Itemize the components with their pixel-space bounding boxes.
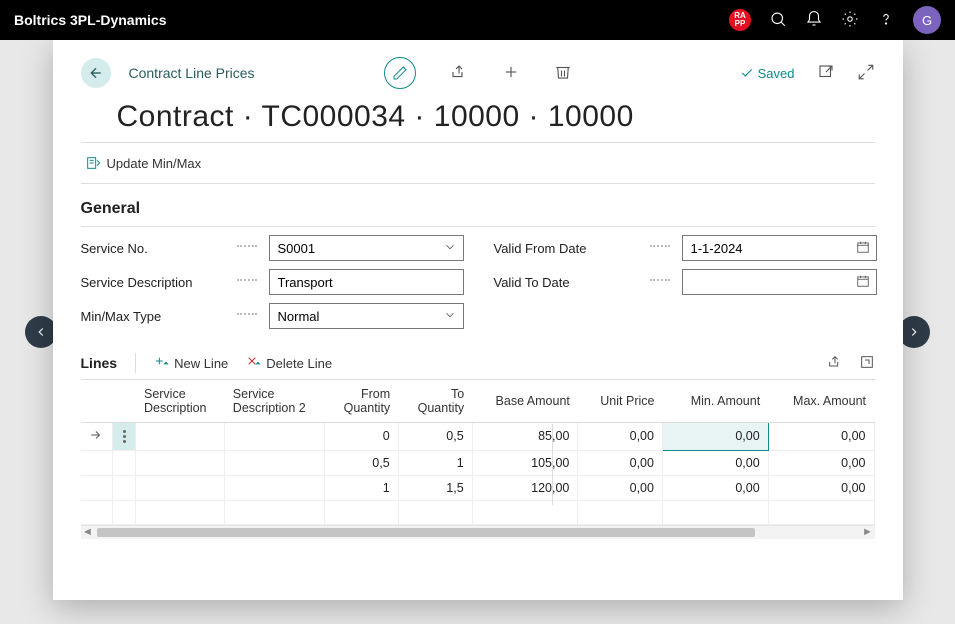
label-valid-to: Valid To Date: [494, 275, 644, 290]
top-icons: RA PP G: [729, 6, 941, 34]
avatar[interactable]: G: [913, 6, 941, 34]
chevron-down-icon[interactable]: [443, 308, 457, 325]
valid-from-input[interactable]: [682, 235, 877, 261]
popout-icon[interactable]: [817, 63, 835, 84]
rapp-badge[interactable]: RA PP: [729, 9, 751, 31]
new-line-button[interactable]: New Line: [154, 355, 228, 371]
service-no-select[interactable]: [269, 235, 464, 261]
plus-icon[interactable]: [502, 63, 520, 84]
help-icon[interactable]: [877, 10, 895, 31]
section-lines-title: Lines: [81, 355, 118, 371]
section-general-title: General: [81, 200, 875, 218]
detail-panel: Contract Line Prices Saved: [53, 40, 903, 600]
table-row[interactable]: 0 0,5 85,00 0,00 0,00 0,00: [81, 422, 875, 450]
service-desc-input[interactable]: [269, 269, 464, 295]
nav-next-button[interactable]: [898, 316, 930, 348]
trash-icon[interactable]: [554, 63, 572, 84]
col-service-desc2[interactable]: Service Description 2: [225, 380, 324, 422]
col-base-amount[interactable]: Base Amount: [472, 380, 578, 422]
delete-line-button[interactable]: Delete Line: [246, 355, 332, 371]
row-indicator[interactable]: [81, 422, 113, 450]
valid-to-input[interactable]: [682, 269, 877, 295]
row-menu-button[interactable]: [113, 475, 136, 500]
popout-grid-icon[interactable]: [859, 354, 875, 373]
scroll-thumb[interactable]: [97, 528, 755, 537]
share-grid-icon[interactable]: [827, 354, 843, 373]
calendar-icon[interactable]: [856, 240, 870, 257]
col-max-amount[interactable]: Max. Amount: [768, 380, 874, 422]
table-row[interactable]: [81, 500, 875, 524]
col-min-amount[interactable]: Min. Amount: [662, 380, 768, 422]
row-menu-button[interactable]: [113, 422, 136, 450]
update-minmax-button[interactable]: Update Min/Max: [81, 151, 875, 175]
gear-icon[interactable]: [841, 10, 859, 31]
app-top-bar: Boltrics 3PL-Dynamics RA PP G: [0, 0, 955, 40]
saved-indicator: Saved: [740, 66, 795, 81]
search-icon[interactable]: [769, 10, 787, 31]
scroll-right-icon[interactable]: ►: [861, 526, 875, 538]
label-minmax-type: Min/Max Type: [81, 309, 231, 324]
divider: [81, 226, 875, 227]
page-title: Contract · TC000034 · 10000 · 10000: [117, 100, 875, 134]
divider: [81, 183, 875, 184]
label-valid-from: Valid From Date: [494, 241, 644, 256]
breadcrumb[interactable]: Contract Line Prices: [129, 65, 255, 81]
edit-button[interactable]: [384, 57, 416, 89]
chevron-down-icon[interactable]: [443, 240, 457, 257]
col-to-qty[interactable]: To Quantity: [398, 380, 472, 422]
form-grid: Service No. Service Description Min/Max: [81, 235, 875, 329]
bell-icon[interactable]: [805, 10, 823, 31]
divider: [81, 142, 875, 143]
expand-icon[interactable]: [857, 63, 875, 84]
label-service-no: Service No.: [81, 241, 231, 256]
table-row[interactable]: 1 1,5 120,00 0,00 0,00 0,00: [81, 475, 875, 500]
stage: Contract Line Prices Saved: [0, 40, 955, 624]
calendar-icon[interactable]: [856, 274, 870, 291]
brand-name: Boltrics 3PL-Dynamics: [14, 12, 167, 28]
col-unit-price[interactable]: Unit Price: [578, 380, 663, 422]
back-button[interactable]: [81, 58, 111, 88]
lines-table: Service Description Service Description …: [81, 379, 875, 539]
row-menu-button[interactable]: [113, 450, 136, 475]
table-row[interactable]: 0,5 1 105,00 0,00 0,00 0,00: [81, 450, 875, 475]
col-from-qty[interactable]: From Quantity: [324, 380, 398, 422]
horizontal-scrollbar[interactable]: ◄ ►: [81, 525, 875, 539]
scroll-left-icon[interactable]: ◄: [81, 526, 95, 538]
label-service-desc: Service Description: [81, 275, 231, 290]
share-icon[interactable]: [450, 63, 468, 84]
minmax-select[interactable]: [269, 303, 464, 329]
col-service-desc[interactable]: Service Description: [136, 380, 225, 422]
